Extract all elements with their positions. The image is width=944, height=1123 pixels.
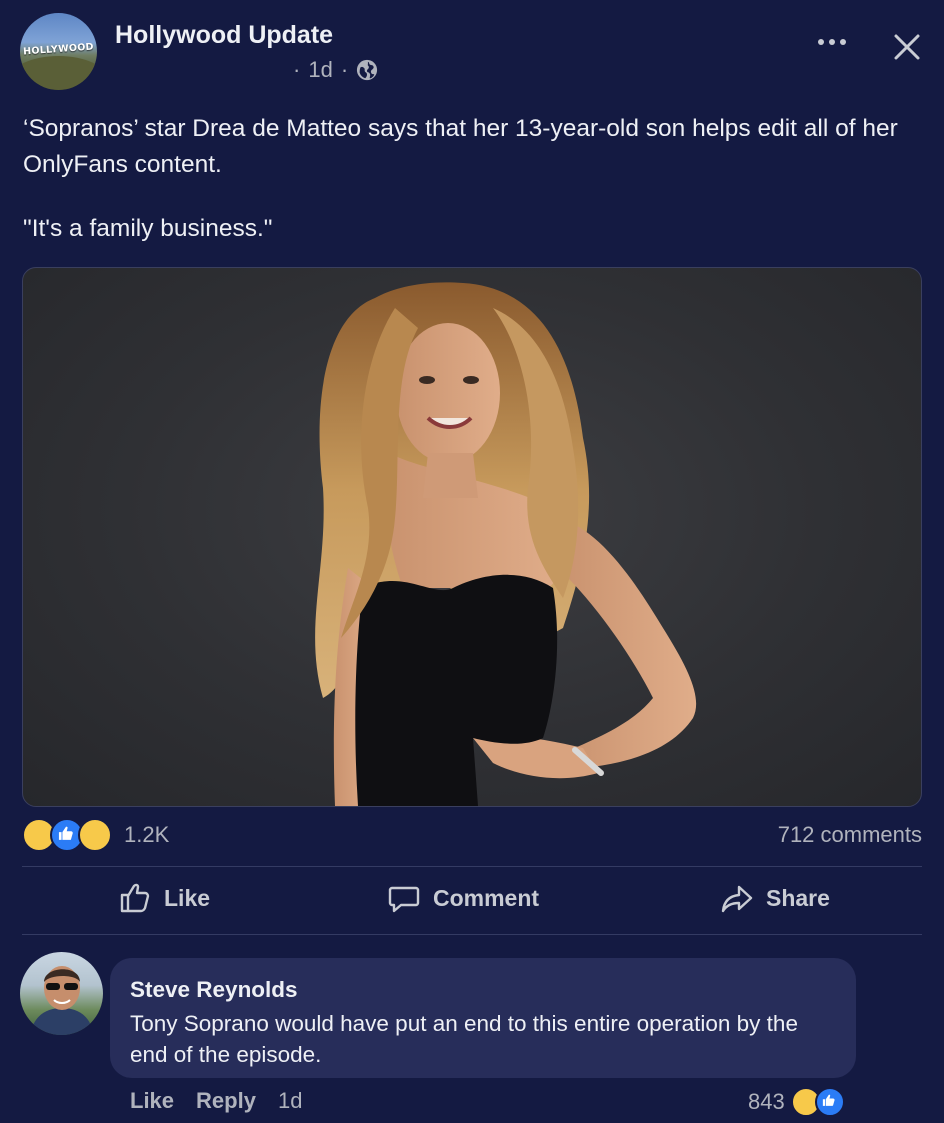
post-time[interactable]: 1d [308, 57, 332, 83]
commenter-avatar[interactable] [20, 952, 103, 1035]
share-label: Share [766, 884, 830, 911]
like-emoji-icon [814, 1087, 845, 1117]
comment-bubble-icon [388, 886, 420, 913]
share-arrow-icon [721, 885, 753, 913]
like-label: Like [164, 884, 211, 911]
meta-separator: · [293, 57, 301, 82]
avatar-hills [20, 56, 97, 90]
post-text: ‘Sopranos’ star Drea de Matteo says that… [23, 111, 903, 247]
thumbs-up-icon [120, 883, 150, 913]
share-button[interactable]: Share [720, 876, 830, 920]
divider [22, 866, 922, 867]
comment-button[interactable]: Comment [387, 876, 539, 920]
reaction-count[interactable]: 1.2K [124, 822, 169, 848]
comment-reactions[interactable]: 843 [748, 1087, 845, 1117]
comment-reply-link[interactable]: Reply [196, 1088, 256, 1114]
reaction-summary[interactable]: 1.2K [22, 818, 169, 852]
comment-label: Comment [433, 884, 540, 911]
wow-emoji-icon [78, 818, 112, 852]
comment-text: Tony Soprano would have put an end to th… [130, 1011, 798, 1067]
comment-reaction-count: 843 [748, 1089, 785, 1114]
globe-icon [357, 59, 378, 81]
post-meta: · 1d · [293, 57, 378, 83]
close-icon[interactable] [891, 31, 923, 63]
comment-like-link[interactable]: Like [130, 1088, 174, 1114]
like-button[interactable]: Like [118, 876, 210, 920]
comment-actions: Like Reply 1d [130, 1088, 302, 1114]
comments-count[interactable]: 712 comments [778, 822, 922, 848]
meta-separator: · [340, 57, 349, 82]
post-quote: "It's a family business." [23, 215, 273, 242]
page-name[interactable]: Hollywood Update [115, 21, 333, 50]
post-text-line: ‘Sopranos’ star Drea de Matteo says that… [23, 115, 898, 178]
page-avatar[interactable]: HOLLYWOOD [20, 13, 97, 90]
comment-author[interactable]: Steve Reynolds [130, 977, 298, 1003]
divider [22, 934, 922, 935]
comment-time[interactable]: 1d [278, 1088, 302, 1114]
post-photo[interactable] [22, 267, 922, 807]
photo-illustration [315, 282, 697, 806]
avatar-illustration [30, 966, 94, 1035]
more-options-icon[interactable] [818, 32, 854, 52]
